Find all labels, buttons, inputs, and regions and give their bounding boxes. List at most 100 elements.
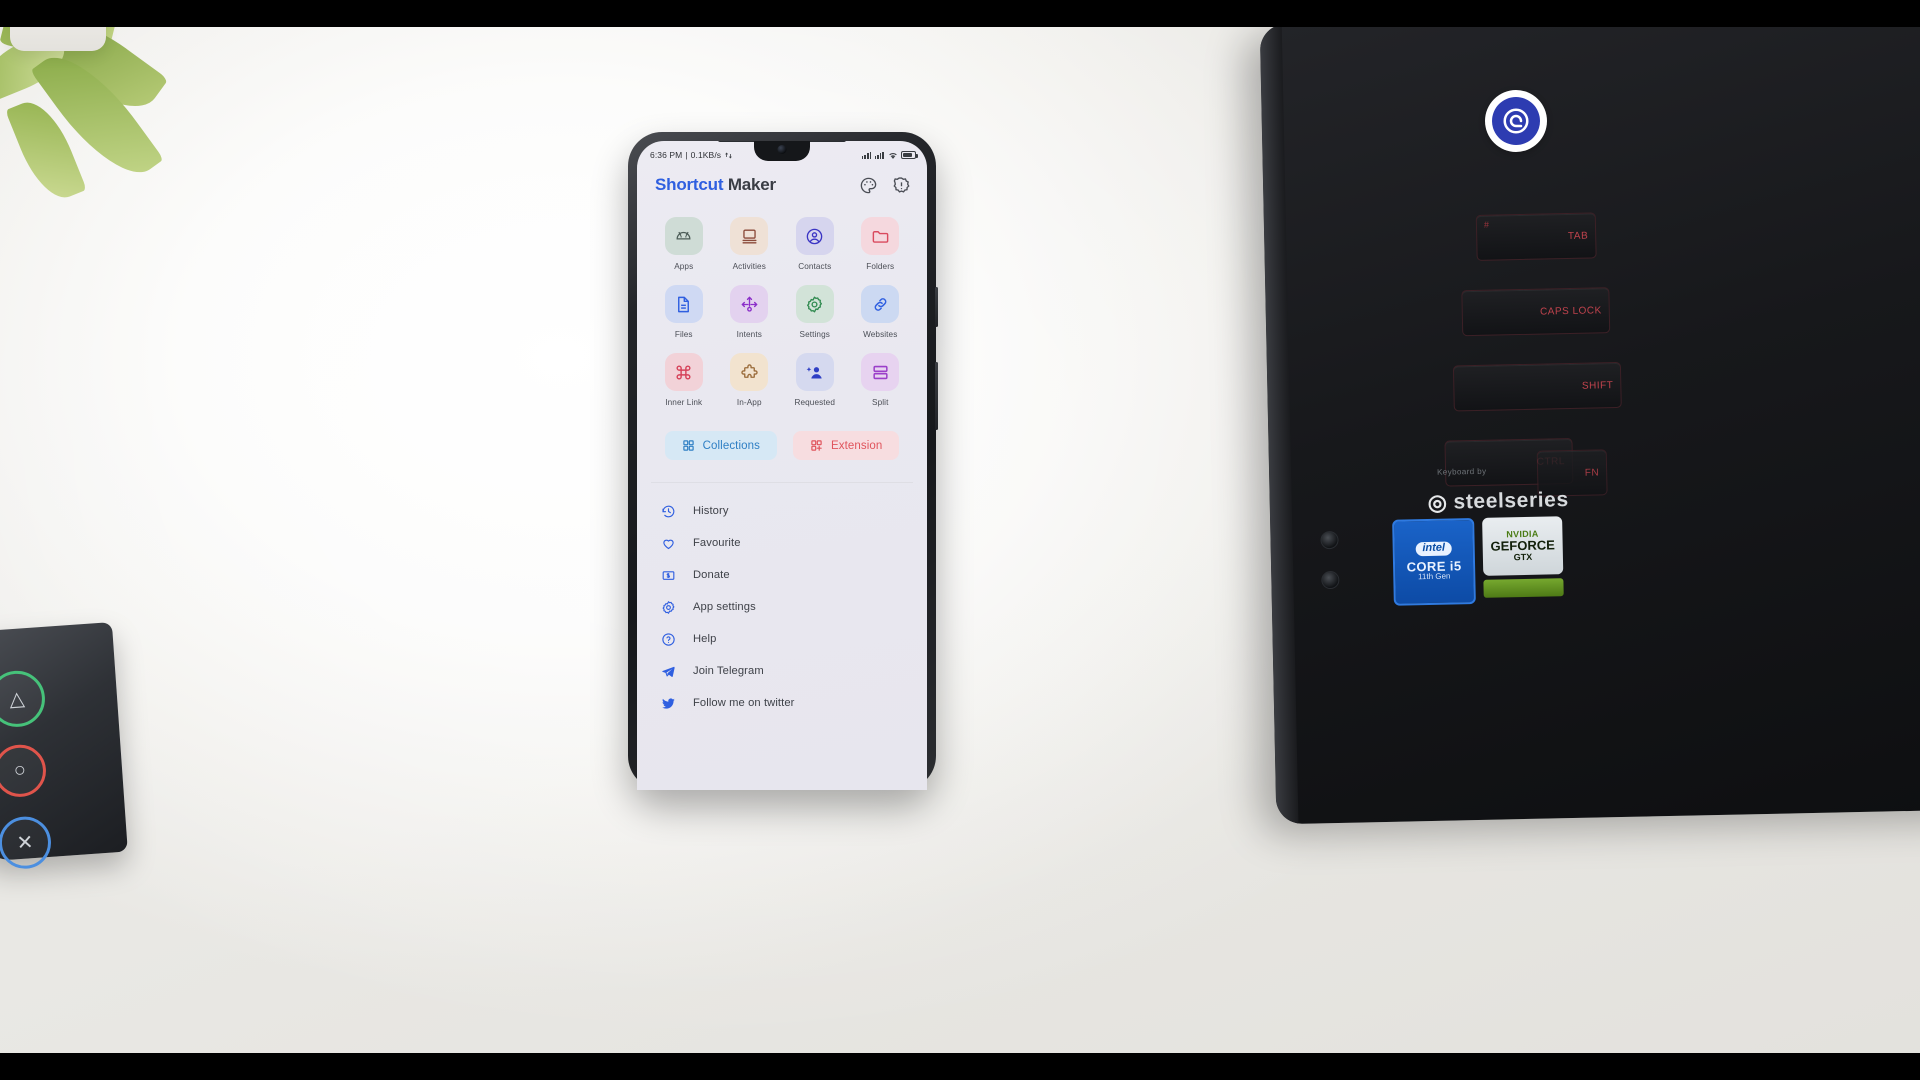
grid-item-in-app[interactable]: In-App: [717, 353, 783, 407]
menu-item-follow-twitter[interactable]: Follow me on twitter: [637, 687, 927, 719]
phone-volume-button[interactable]: [935, 362, 938, 430]
data-transfer-icon: [725, 152, 733, 158]
chip-row: Collections Extension: [637, 407, 927, 460]
nvidia-badge-strip: [1483, 578, 1564, 598]
battery-icon: [901, 151, 918, 159]
circle-glyph: ○: [13, 758, 27, 782]
shift-key-label: SHIFT: [1581, 379, 1614, 392]
twitter-bird-icon: [662, 697, 675, 709]
nvidia-badge: NVIDIA GEFORCE GTX: [1482, 516, 1564, 576]
status-bar-left: 6:36 PM | 0.1KB/s: [650, 150, 733, 160]
grid-label-files: Files: [674, 330, 693, 339]
grid-label-settings: Settings: [799, 330, 830, 339]
settings-tile: [795, 285, 834, 323]
intel-badge: intel CORE i5 11th Gen: [1392, 518, 1476, 606]
info-alert-icon[interactable]: [892, 176, 911, 195]
grid-label-split: Split: [872, 398, 889, 407]
menu-item-app-settings[interactable]: App settings: [637, 591, 927, 623]
phone-screen: 6:36 PM | 0.1KB/s Shortcut Maker Apps Ac…: [637, 141, 927, 790]
intents-tile: [730, 285, 769, 323]
menu-label-app-settings: App settings: [693, 601, 756, 613]
menu-label-follow-twitter: Follow me on twitter: [693, 697, 795, 709]
app-title: Shortcut Maker: [655, 175, 776, 195]
grid-item-websites[interactable]: Websites: [848, 285, 914, 339]
laptop-keyboard: # TAB CAPS LOCK SHIFT CTRL FN Keyboard b…: [1259, 27, 1920, 825]
laptop-edge: [1259, 27, 1299, 825]
grid-label-requested: Requested: [794, 398, 835, 407]
heart-icon: [663, 539, 674, 549]
extension-button[interactable]: Extension: [792, 431, 900, 460]
tab-key-label: TAB: [1567, 230, 1589, 242]
grid-item-folders[interactable]: Folders: [848, 217, 914, 271]
grid-label-intents: Intents: [736, 330, 762, 339]
grid-item-requested[interactable]: Requested: [782, 353, 848, 407]
steelseries-mark: ◎: [1427, 489, 1448, 516]
file-document-icon: [678, 296, 690, 312]
menu-label-join-telegram: Join Telegram: [693, 665, 764, 677]
game-controller: △ ○ ✕: [0, 622, 128, 871]
drawer-menu: History Favourite Donate App settings He…: [637, 483, 927, 719]
grid-label-apps: Apps: [674, 262, 694, 271]
grid-item-files[interactable]: Files: [651, 285, 717, 339]
grid-item-apps[interactable]: Apps: [651, 217, 717, 271]
status-network-speed: 0.1KB/s: [690, 150, 722, 160]
intent-arrows-icon: [741, 296, 758, 312]
triangle-button: △: [0, 668, 47, 729]
menu-item-join-telegram[interactable]: Join Telegram: [637, 655, 927, 687]
shortcut-type-grid: Apps Activities Contacts Folders Files I…: [637, 197, 927, 407]
grid-item-contacts[interactable]: Contacts: [782, 217, 848, 271]
triangle-glyph: △: [8, 687, 26, 711]
steelseries-wordmark: steelseries: [1453, 488, 1569, 514]
menu-label-favourite: Favourite: [693, 537, 741, 549]
laptop-port: [1321, 570, 1340, 590]
app-title-primary: Shortcut: [655, 175, 724, 194]
signal-bars-icon: [874, 151, 884, 159]
smartphone-device: 6:36 PM | 0.1KB/s Shortcut Maker Apps Ac…: [628, 132, 938, 790]
cross-glyph: ✕: [15, 831, 35, 855]
grid-plus-icon: [811, 440, 822, 451]
split-screen-icon: [873, 365, 888, 379]
monitor-lines-icon: [742, 228, 757, 244]
puzzle-piece-icon: [741, 363, 758, 378]
theme-palette-icon[interactable]: [859, 176, 878, 195]
cross-button: ✕: [0, 814, 53, 871]
android-robot-icon: [676, 231, 691, 240]
extension-label: Extension: [830, 439, 883, 452]
tab-key: # TAB: [1475, 212, 1597, 261]
circle-button: ○: [0, 743, 48, 799]
desk-photo: △ ○ ✕ # TAB CAPS LOCK SHIFT CTRL: [0, 27, 1920, 1053]
money-bill-icon: [662, 570, 675, 580]
grid-item-split[interactable]: Split: [848, 353, 914, 407]
menu-item-favourite[interactable]: Favourite: [637, 527, 927, 559]
grid-label-in-app: In-App: [736, 398, 762, 407]
files-tile: [664, 285, 703, 323]
signal-bars-icon: [861, 151, 872, 159]
grid-label-contacts: Contacts: [798, 262, 832, 271]
gear-icon: [662, 600, 675, 614]
laptop-port: [1320, 530, 1339, 550]
menu-item-donate[interactable]: Donate: [637, 559, 927, 591]
menu-item-help[interactable]: Help: [637, 623, 927, 655]
inner-link-tile: [664, 353, 703, 391]
history-clock-icon: [662, 505, 675, 517]
grid-item-settings[interactable]: Settings: [782, 285, 848, 339]
requested-tile: [795, 353, 834, 391]
telegram-paper-plane-icon: [662, 666, 675, 677]
intel-wordmark: intel: [1415, 541, 1453, 557]
intel-gen-label: 11th Gen: [1418, 571, 1451, 582]
gear-icon: [807, 296, 823, 312]
app-title-secondary: Maker: [723, 175, 776, 194]
phone-side-button[interactable]: [935, 287, 938, 327]
spiral-logo-watermark: [1485, 90, 1547, 152]
grid-item-activities[interactable]: Activities: [717, 217, 783, 271]
grid-item-intents[interactable]: Intents: [717, 285, 783, 339]
status-bar: 6:36 PM | 0.1KB/s: [637, 141, 927, 165]
grid-item-inner-link[interactable]: Inner Link: [651, 353, 717, 407]
gtx-label: GTX: [1513, 551, 1533, 563]
grid-label-activities: Activities: [732, 262, 766, 271]
keyboard-by-label: Keyboard by: [1437, 466, 1487, 477]
menu-item-history[interactable]: History: [637, 495, 927, 527]
watermark-inner: [1492, 97, 1540, 145]
plant-pot: [10, 27, 106, 51]
collections-button[interactable]: Collections: [664, 431, 777, 460]
